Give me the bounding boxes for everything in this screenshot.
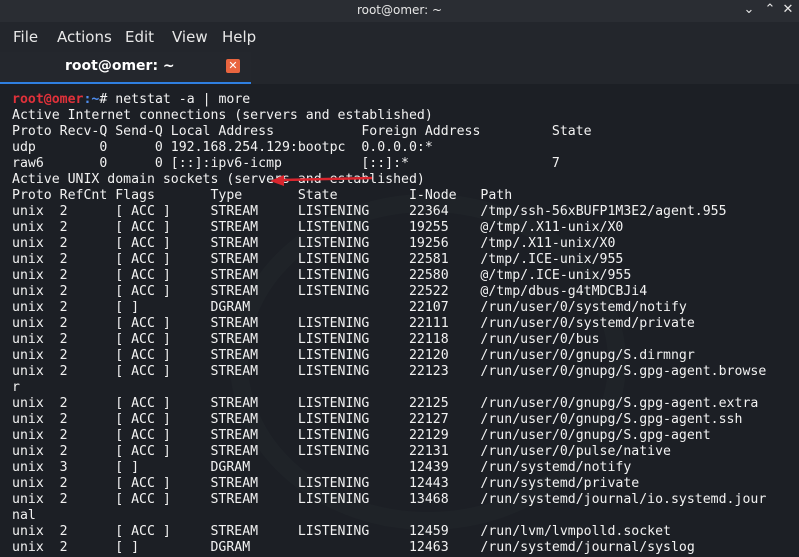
output-line: unix 2 [ ACC ] STREAM LISTENING 22120 /r… bbox=[12, 348, 695, 363]
output-line: unix 2 [ ACC ] STREAM LISTENING 22580 @/… bbox=[12, 268, 632, 283]
window-titlebar: root@omer: ~ ⌄ ⌃ ✕ bbox=[0, 0, 799, 22]
menu-actions[interactable]: Actions bbox=[57, 28, 112, 46]
tab-bar: root@omer: ~ ✕ bbox=[0, 52, 799, 85]
output-line: unix 2 [ ACC ] STREAM LISTENING 13468 /r… bbox=[12, 492, 767, 507]
minimize-icon[interactable]: ⌄ bbox=[741, 2, 757, 18]
output-line: unix 2 [ ] DGRAM 22107 /run/user/0/syste… bbox=[12, 300, 687, 315]
prompt-path: :~ bbox=[83, 92, 100, 107]
output-line: unix 2 [ ACC ] STREAM LISTENING 22123 /r… bbox=[12, 364, 767, 379]
output-line: unix 2 [ ACC ] STREAM LISTENING 22129 /r… bbox=[12, 428, 711, 443]
menu-view[interactable]: View bbox=[172, 28, 208, 46]
output-line: unix 2 [ ACC ] STREAM LISTENING 19255 @/… bbox=[12, 220, 624, 235]
output-line: unix 2 [ ACC ] STREAM LISTENING 12459 /r… bbox=[12, 524, 671, 539]
window-title: root@omer: ~ bbox=[356, 3, 443, 17]
tab-label: root@omer: ~ bbox=[65, 58, 175, 74]
prompt-command: netstat -a | more bbox=[115, 92, 251, 107]
output-line: unix 2 [ ACC ] STREAM LISTENING 22127 /r… bbox=[12, 412, 743, 427]
output-line: r bbox=[12, 380, 20, 395]
output-line: unix 2 [ ACC ] STREAM LISTENING 22125 /r… bbox=[12, 396, 759, 411]
annotation-arrow-icon bbox=[270, 175, 373, 186]
output-line: unix 2 [ ACC ] STREAM LISTENING 22581 /t… bbox=[12, 252, 624, 267]
maximize-icon[interactable]: ⌃ bbox=[762, 2, 778, 18]
prompt-symbol: # bbox=[99, 92, 116, 107]
output-line: Active Internet connections (servers and… bbox=[12, 108, 433, 123]
close-icon[interactable]: ✕ bbox=[780, 2, 796, 18]
menu-edit[interactable]: Edit bbox=[125, 28, 154, 46]
output-line: Proto RefCnt Flags Type State I-Node Pat… bbox=[12, 188, 513, 203]
output-line: unix 2 [ ACC ] STREAM LISTENING 22522 @/… bbox=[12, 284, 648, 299]
output-line: nal bbox=[12, 508, 36, 523]
prompt-user: root@omer bbox=[12, 92, 84, 107]
menu-bar: File Actions Edit View Help bbox=[0, 22, 799, 52]
output-line: unix 2 [ ACC ] STREAM LISTENING 22118 /r… bbox=[12, 332, 600, 347]
output-line: Proto Recv-Q Send-Q Local Address Foreig… bbox=[12, 124, 592, 139]
terminal-output: root@omer:~# netstat -a | more Active In… bbox=[12, 92, 766, 556]
terminal-area[interactable]: root@omer:~# netstat -a | more Active In… bbox=[0, 84, 799, 557]
output-line: unix 2 [ ] DGRAM 12463 /run/systemd/jour… bbox=[12, 540, 695, 555]
output-line: unix 3 [ ] DGRAM 12439 /run/systemd/noti… bbox=[12, 460, 632, 475]
menu-help[interactable]: Help bbox=[222, 28, 256, 46]
tab-terminal[interactable]: root@omer: ~ ✕ bbox=[0, 52, 251, 85]
output-line: raw6 0 0 [::]:ipv6-icmp [::]:* 7 bbox=[12, 156, 560, 171]
output-line: unix 2 [ ACC ] STREAM LISTENING 22131 /r… bbox=[12, 444, 671, 459]
output-line: udp 0 0 192.168.254.129:bootpc 0.0.0.0:* bbox=[12, 140, 433, 155]
output-line: unix 2 [ ACC ] STREAM LISTENING 22364 /t… bbox=[12, 204, 727, 219]
output-line: unix 2 [ ACC ] STREAM LISTENING 19256 /t… bbox=[12, 236, 616, 251]
output-line: unix 2 [ ACC ] STREAM LISTENING 12443 /r… bbox=[12, 476, 640, 491]
output-line: unix 2 [ ACC ] STREAM LISTENING 22111 /r… bbox=[12, 316, 695, 331]
tab-close-icon[interactable]: ✕ bbox=[226, 59, 240, 73]
menu-file[interactable]: File bbox=[13, 28, 38, 46]
